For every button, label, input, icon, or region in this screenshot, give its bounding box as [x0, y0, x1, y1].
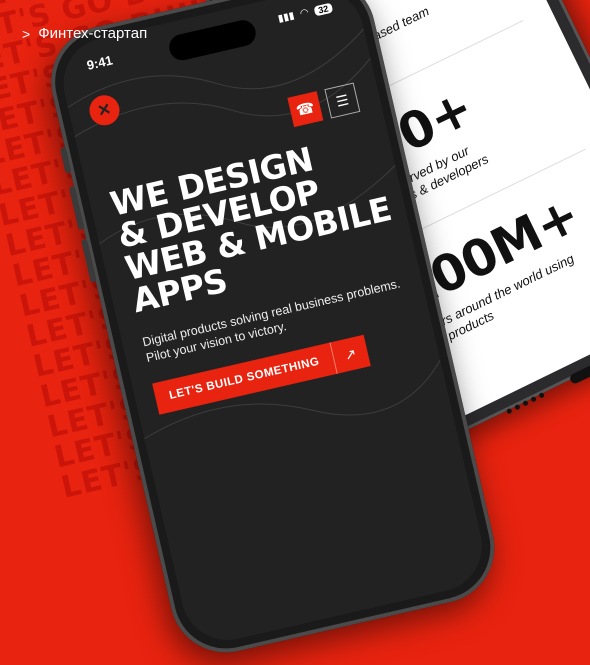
wifi-icon: ◠: [298, 6, 310, 20]
chevron-right-icon: >: [22, 25, 31, 42]
caption: > Финтех-стартап: [22, 25, 147, 42]
caption-text: Финтех-стартап: [38, 25, 148, 42]
